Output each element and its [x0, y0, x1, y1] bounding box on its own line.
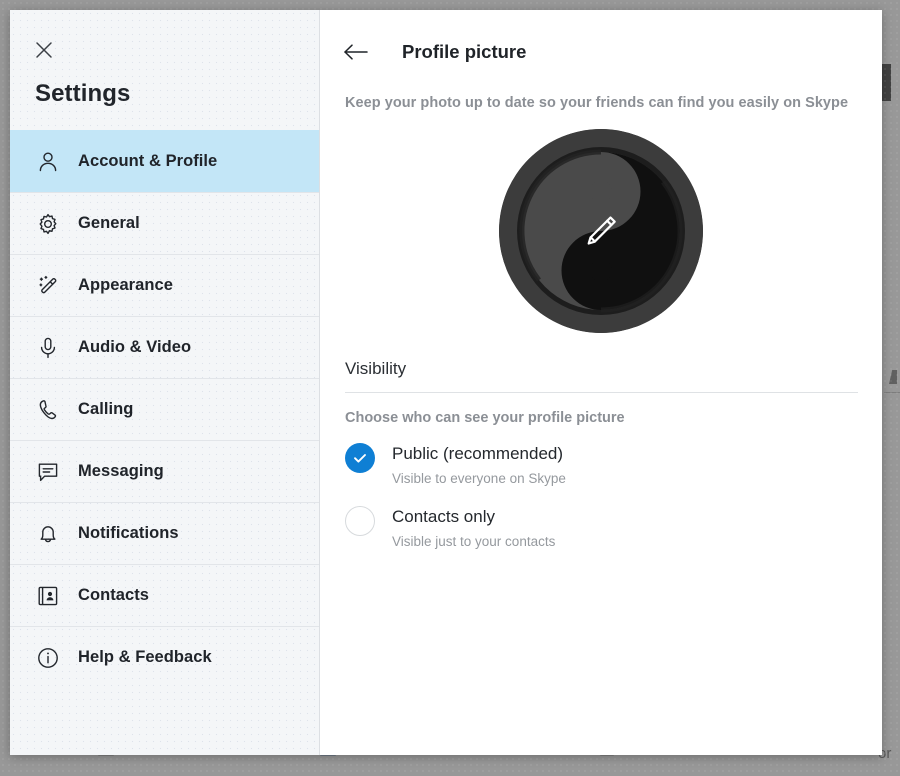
option-contacts-only[interactable]: Contacts only Visible just to your conta…: [345, 505, 882, 549]
settings-sidebar: Settings Account & Profile General Appea…: [10, 10, 320, 755]
panel-header: Profile picture: [320, 10, 882, 72]
yin-yang-image: [499, 129, 703, 333]
settings-dialog: Settings Account & Profile General Appea…: [10, 10, 882, 755]
profile-picture-panel: Profile picture Keep your photo up to da…: [320, 10, 882, 755]
sidebar-item-label: Calling: [78, 400, 134, 418]
close-button[interactable]: [22, 28, 66, 72]
option-public-text: Public (recommended) Visible to everyone…: [392, 442, 566, 486]
sidebar-item-help-feedback[interactable]: Help & Feedback: [10, 626, 319, 688]
option-sublabel: Visible just to your contacts: [392, 534, 556, 549]
sidebar-item-general[interactable]: General: [10, 192, 319, 254]
option-contacts-only-text: Contacts only Visible just to your conta…: [392, 505, 555, 549]
profile-picture-button[interactable]: [499, 129, 703, 333]
magic-wand-icon: [35, 273, 61, 299]
microphone-icon: [35, 335, 61, 361]
sidebar-item-messaging[interactable]: Messaging: [10, 440, 319, 502]
bell-icon: [35, 521, 61, 547]
info-circle-icon: [35, 645, 61, 671]
sidebar-item-label: Messaging: [78, 462, 164, 480]
sidebar-item-label: General: [78, 214, 140, 232]
sidebar-item-label: Help & Feedback: [78, 648, 212, 666]
radio-contacts-only[interactable]: [345, 506, 375, 536]
chat-bubble-icon: [35, 459, 61, 485]
sidebar-item-account-profile[interactable]: Account & Profile: [10, 130, 319, 192]
check-icon: [354, 454, 366, 463]
sidebar-filler: [10, 688, 319, 755]
settings-heading: Settings: [35, 80, 131, 107]
panel-subtitle: Keep your photo up to date so your frien…: [345, 95, 849, 111]
sidebar-item-appearance[interactable]: Appearance: [10, 254, 319, 316]
back-arrow-icon: [344, 44, 368, 60]
sidebar-item-calling[interactable]: Calling: [10, 378, 319, 440]
radio-public[interactable]: [345, 443, 375, 473]
sidebar-item-label: Notifications: [78, 524, 179, 542]
address-book-icon: [35, 583, 61, 609]
option-label: Contacts only: [392, 507, 495, 526]
phone-icon: [35, 397, 61, 423]
option-public[interactable]: Public (recommended) Visible to everyone…: [345, 442, 882, 486]
sidebar-item-label: Account & Profile: [78, 152, 218, 170]
sidebar-item-label: Audio & Video: [78, 338, 192, 356]
gear-icon: [35, 211, 61, 237]
sidebar-item-label: Appearance: [78, 276, 173, 294]
sidebar-item-label: Contacts: [78, 586, 149, 604]
visibility-description: Choose who can see your profile picture: [345, 410, 625, 426]
sidebar-item-audio-video[interactable]: Audio & Video: [10, 316, 319, 378]
person-icon: [35, 149, 61, 175]
avatar: [499, 129, 703, 333]
close-icon: [36, 42, 52, 58]
page-title: Profile picture: [402, 41, 527, 62]
sidebar-item-notifications[interactable]: Notifications: [10, 502, 319, 564]
back-button[interactable]: [336, 32, 376, 72]
sidebar-item-contacts[interactable]: Contacts: [10, 564, 319, 626]
option-sublabel: Visible to everyone on Skype: [392, 471, 566, 486]
visibility-options: Public (recommended) Visible to everyone…: [345, 442, 882, 549]
visibility-heading: Visibility: [345, 359, 407, 378]
option-label: Public (recommended): [392, 444, 564, 463]
visibility-divider: [345, 392, 858, 393]
